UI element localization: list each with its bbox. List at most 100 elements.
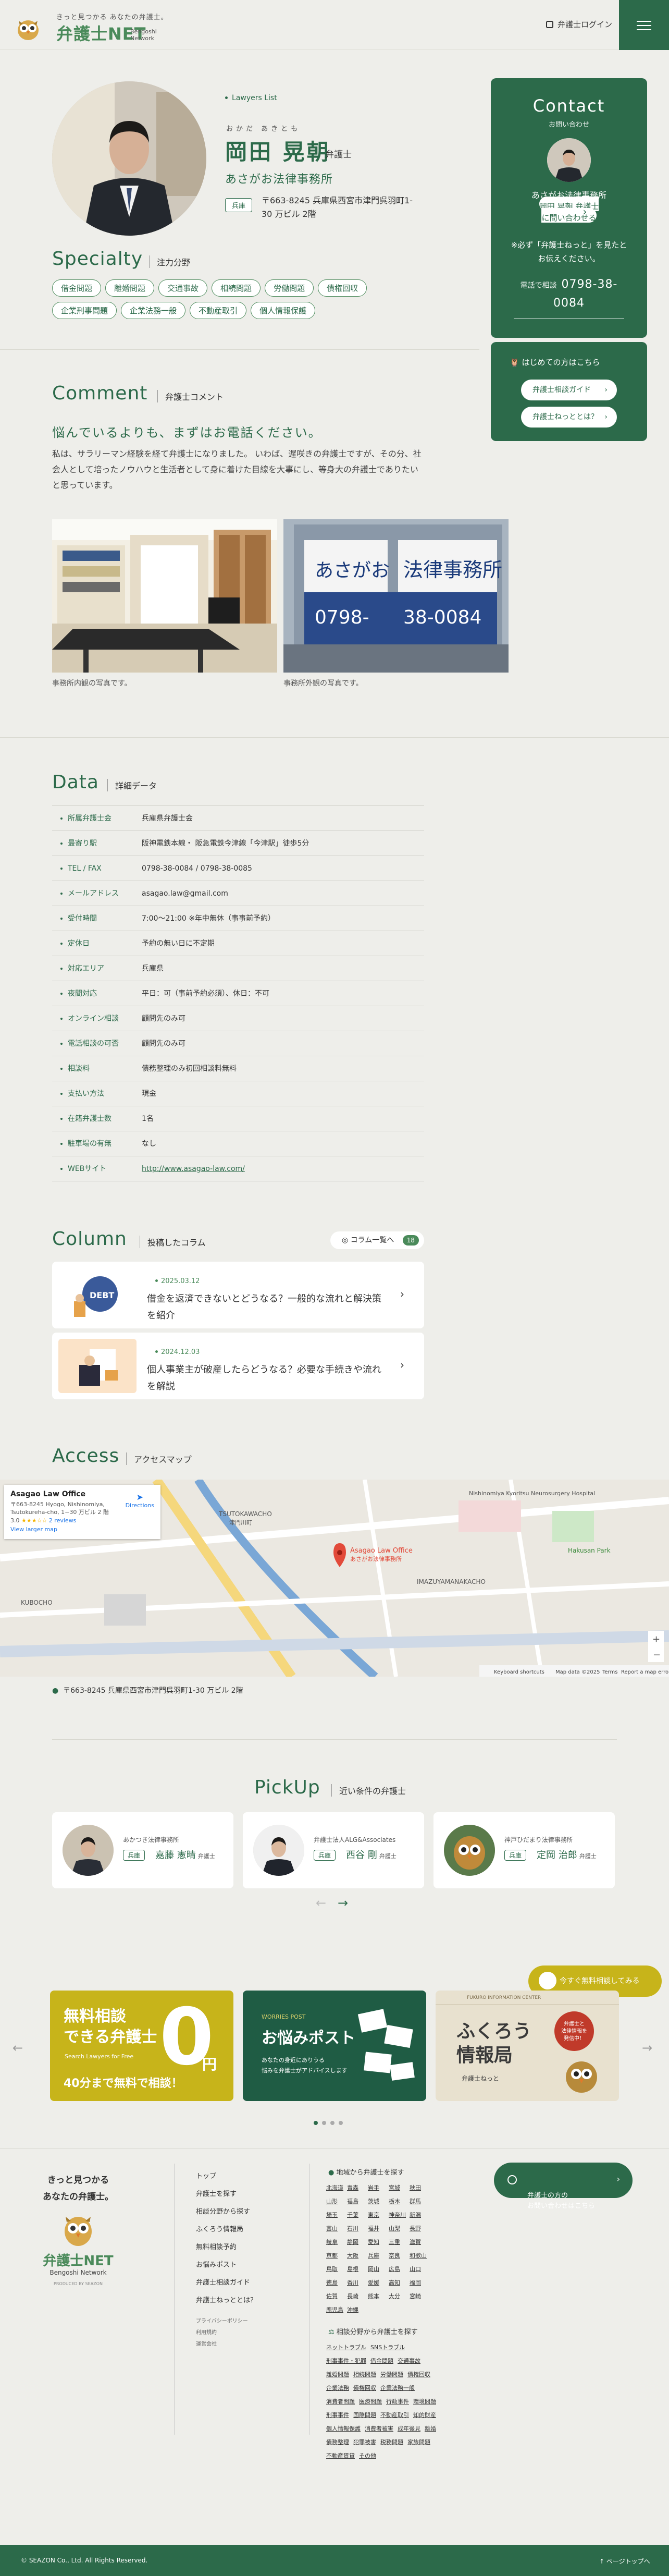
prefecture-link[interactable]: 佐賀	[326, 2290, 347, 2303]
column-card[interactable]: 2024.12.03 個人事業主が破産したらどうなる？必要な手続きや流れを解説 …	[52, 1333, 424, 1399]
prefecture-link[interactable]: 石川	[347, 2222, 368, 2236]
prefecture-link[interactable]: 兵庫	[368, 2249, 389, 2263]
website-link[interactable]: http://www.asagao-law.com/	[142, 1156, 245, 1181]
field-link[interactable]: 国際問題	[353, 2409, 376, 2422]
footer-nav-link[interactable]: お悩みポスト	[196, 2256, 257, 2274]
prefecture-link[interactable]: 滋賀	[410, 2236, 430, 2249]
prefecture-link[interactable]: 静岡	[347, 2236, 368, 2249]
guide-button-consult[interactable]: 弁護士相談ガイド	[521, 380, 617, 400]
column-card[interactable]: DEBT 2025.03.12 借金を返済できないとどうなる？一般的な流れと解決…	[52, 1262, 424, 1328]
banner-prev-arrow[interactable]: ←	[13, 2041, 23, 2055]
prefecture-link[interactable]: 福島	[347, 2195, 368, 2208]
field-link[interactable]: 企業法務一般	[380, 2382, 415, 2395]
footer-nav-link[interactable]: 相談分野から探す	[196, 2203, 257, 2221]
specialty-tag[interactable]: 借金問題	[52, 279, 102, 297]
field-link[interactable]: 労働問題	[380, 2368, 403, 2382]
field-link[interactable]: 交通事故	[398, 2354, 420, 2368]
menu-button[interactable]	[619, 0, 669, 50]
banner-free-consult[interactable]: 無料相談 できる弁護士 Search Lawyers for Free 0 円 …	[50, 1991, 233, 2101]
view-larger-map-link[interactable]: View larger map	[10, 1526, 154, 1533]
field-link[interactable]: ネットトラブル	[326, 2341, 366, 2354]
prefecture-link[interactable]: 北海道	[326, 2181, 347, 2195]
prefecture-link[interactable]: 鹿児島	[326, 2303, 347, 2317]
google-map[interactable]: Asagao Law Office あさがお法律事務所 TSUTOKAWACHO…	[0, 1480, 669, 1677]
tel-link[interactable]: 電話で相談 0798-38-0084	[514, 276, 624, 319]
field-link[interactable]: 成年後見	[398, 2422, 420, 2436]
prefecture-link[interactable]: 愛媛	[368, 2276, 389, 2290]
prefecture-link[interactable]: 埼玉	[326, 2208, 347, 2222]
prefecture-link[interactable]: 鳥取	[326, 2263, 347, 2276]
prefecture-link[interactable]: 大分	[389, 2290, 410, 2303]
prefecture-link[interactable]: 山口	[410, 2263, 430, 2276]
pickup-prev-arrow[interactable]: ←	[316, 1896, 326, 1910]
prefecture-link[interactable]: 新潟	[410, 2208, 430, 2222]
directions-link[interactable]: ➤ Directions	[126, 1492, 154, 1509]
prefecture-link[interactable]: 群馬	[410, 2195, 430, 2208]
field-link[interactable]: 離婚問題	[326, 2368, 349, 2382]
prefecture-link[interactable]: 奈良	[389, 2249, 410, 2263]
pickup-lawyer-card[interactable]: あかつき法律事務所 兵庫 嘉藤 憲晴 弁護士	[52, 1812, 233, 1888]
field-link[interactable]: 不動産取引	[380, 2409, 409, 2422]
pickup-next-arrow[interactable]: →	[338, 1896, 348, 1910]
prefecture-link[interactable]: 福井	[368, 2222, 389, 2236]
lawyer-inquiry-button[interactable]: 弁護士の方の お問い合わせはこちら ›	[494, 2163, 633, 2210]
field-link[interactable]: 個人情報保護	[326, 2422, 361, 2436]
prefecture-link[interactable]: 岐阜	[326, 2236, 347, 2249]
prefecture-link[interactable]: 岩手	[368, 2181, 389, 2195]
field-link[interactable]: 税務問題	[380, 2436, 403, 2449]
carousel-dot[interactable]	[314, 2121, 318, 2125]
carousel-dot[interactable]	[339, 2121, 343, 2125]
carousel-dot[interactable]	[330, 2121, 334, 2125]
field-link[interactable]: 医療問題	[359, 2395, 382, 2409]
prefecture-link[interactable]: 岡山	[368, 2263, 389, 2276]
specialty-tag[interactable]: 企業刑事問題	[52, 302, 117, 319]
field-link[interactable]: 不動産賃貸	[326, 2449, 355, 2463]
carousel-dot[interactable]	[322, 2121, 326, 2125]
footer-small-link[interactable]: プライバシーポリシー	[196, 2316, 248, 2327]
field-link[interactable]: 犯罪被害	[353, 2436, 376, 2449]
prefecture-link[interactable]: 秋田	[410, 2181, 430, 2195]
column-list-button[interactable]: ◎ コラム一覧へ 18	[330, 1231, 424, 1249]
footer-nav-link[interactable]: 弁護士相談ガイド	[196, 2274, 257, 2292]
banner-worries-post[interactable]: WORRIES POST お悩みポスト あなたの身近にありうる 悩みを弁護士がア…	[243, 1991, 426, 2101]
field-link[interactable]: SNSトラブル	[370, 2341, 405, 2354]
prefecture-link[interactable]: 香川	[347, 2276, 368, 2290]
field-link[interactable]: 企業法務	[326, 2382, 349, 2395]
prefecture-link[interactable]: 徳島	[326, 2276, 347, 2290]
footer-small-link[interactable]: 利用規約	[196, 2327, 248, 2339]
prefecture-link[interactable]: 広島	[389, 2263, 410, 2276]
site-logo[interactable]: きっと見つかる あなたの弁護士。 弁護士NET Bengoshi Network	[15, 9, 171, 44]
specialty-tag[interactable]: 交通事故	[158, 279, 208, 297]
banner-fukurou-info[interactable]: FUKURO INFORMATION CENTER ふくろう 情報局 弁護士ねっ…	[436, 1991, 619, 2101]
guide-button-about[interactable]: 弁護士ねっととは？	[521, 407, 617, 428]
footer-nav-link[interactable]: 弁護士を探す	[196, 2186, 257, 2203]
prefecture-link[interactable]: 愛知	[368, 2236, 389, 2249]
footer-nav-link[interactable]: ふくろう情報局	[196, 2221, 257, 2239]
field-link[interactable]: 刑事事件・犯罪	[326, 2354, 366, 2368]
field-link[interactable]: 離婚	[425, 2422, 436, 2436]
footer-nav-link[interactable]: 無料相談予約	[196, 2239, 257, 2256]
prefecture-link[interactable]: 栃木	[389, 2195, 410, 2208]
specialty-tag[interactable]: 個人情報保護	[251, 302, 316, 319]
banner-next-arrow[interactable]: →	[642, 2041, 652, 2055]
prefecture-link[interactable]: 大阪	[347, 2249, 368, 2263]
footer-nav-link[interactable]: トップ	[196, 2168, 257, 2186]
field-link[interactable]: 借金問題	[370, 2354, 393, 2368]
lawyer-login-link[interactable]: 弁護士ログイン	[546, 19, 612, 30]
field-link[interactable]: 環境問題	[413, 2395, 436, 2409]
prefecture-link[interactable]: 三重	[389, 2236, 410, 2249]
field-link[interactable]: 刑事事件	[326, 2409, 349, 2422]
prefecture-link[interactable]: 山形	[326, 2195, 347, 2208]
field-link[interactable]: その他	[359, 2449, 376, 2463]
specialty-tag[interactable]: 不動産取引	[190, 302, 247, 319]
field-link[interactable]: 行政事件	[386, 2395, 409, 2409]
prefecture-link[interactable]: 熊本	[368, 2290, 389, 2303]
prefecture-link[interactable]: 東京	[368, 2208, 389, 2222]
breadcrumb[interactable]: Lawyers List	[225, 94, 277, 102]
field-link[interactable]: 相続問題	[353, 2368, 376, 2382]
field-link[interactable]: 家族問題	[407, 2436, 430, 2449]
prefecture-link[interactable]: 千葉	[347, 2208, 368, 2222]
specialty-tag[interactable]: 相続問題	[212, 279, 261, 297]
field-link[interactable]: 債権回収	[353, 2382, 376, 2395]
field-link[interactable]: 消費者問題	[326, 2395, 355, 2409]
